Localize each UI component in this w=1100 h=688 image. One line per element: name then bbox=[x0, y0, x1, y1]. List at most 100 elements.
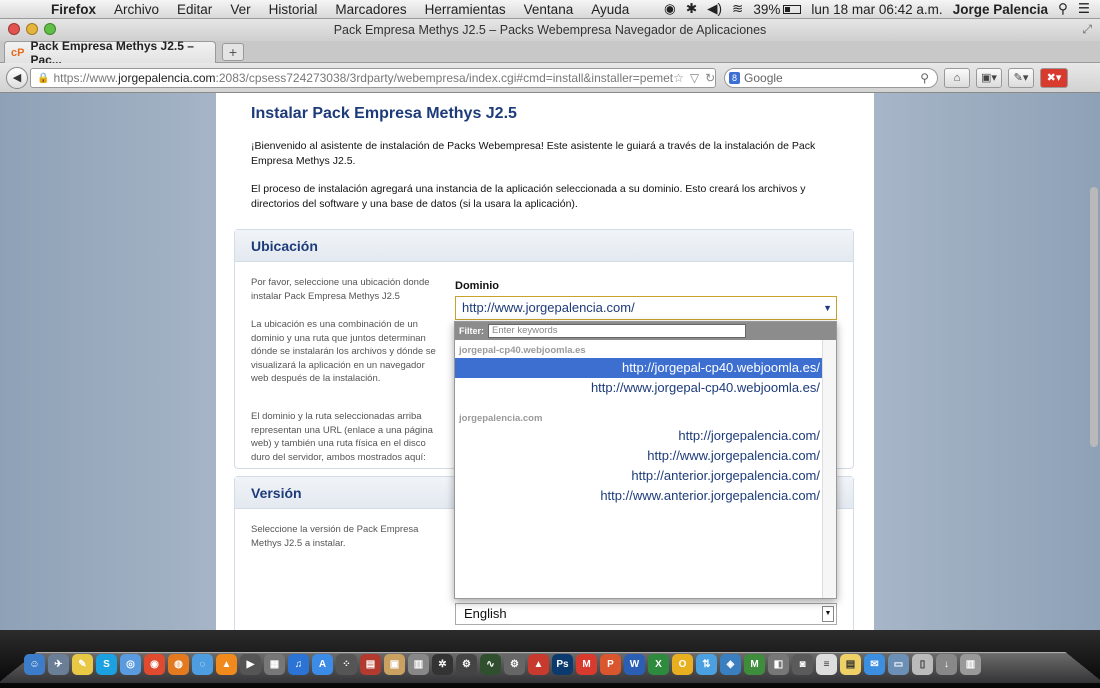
home-icon[interactable]: ⌂ bbox=[944, 68, 970, 88]
notification-center-icon[interactable]: ☰ bbox=[1078, 1, 1090, 17]
group-label: jorgepal-cp40.webjoomla.es bbox=[459, 345, 586, 356]
menu-ventana[interactable]: Ventana bbox=[515, 2, 583, 17]
acrobat-icon[interactable]: ▲ bbox=[528, 654, 549, 675]
finder-icon[interactable]: ☺ bbox=[24, 654, 45, 675]
wifi-icon[interactable]: ≋ bbox=[732, 1, 743, 17]
scrollbar-thumb[interactable] bbox=[1090, 187, 1098, 447]
stickies-icon[interactable]: ▤ bbox=[840, 654, 861, 675]
system-preferences-icon[interactable]: ⚙ bbox=[504, 654, 525, 675]
volume-icon[interactable]: ◀) bbox=[707, 1, 722, 17]
search-icon[interactable]: ⚲ bbox=[920, 71, 929, 85]
powerpoint-icon[interactable]: P bbox=[600, 654, 621, 675]
list-item[interactable]: http://www.jorgepal-cp40.webjoomla.es/ bbox=[455, 378, 822, 398]
domain-label: Dominio bbox=[455, 280, 499, 292]
preview-icon[interactable]: ▣ bbox=[384, 654, 405, 675]
downloads-icon[interactable]: ↓ bbox=[936, 654, 957, 675]
minimize-window-button[interactable] bbox=[26, 23, 38, 35]
menu-marcadores[interactable]: Marcadores bbox=[326, 2, 415, 17]
url-dropdown-icon[interactable]: ▽ bbox=[690, 71, 699, 85]
excel-icon[interactable]: X bbox=[648, 654, 669, 675]
ubicacion-help-1: Por favor, seleccione una ubicación dond… bbox=[251, 277, 430, 302]
itunes-icon[interactable]: ♫ bbox=[288, 654, 309, 675]
zoom-window-button[interactable] bbox=[44, 23, 56, 35]
photoshop-icon[interactable]: Ps bbox=[552, 654, 573, 675]
trash-icon[interactable]: ▥ bbox=[960, 654, 981, 675]
screen-record-icon[interactable]: ◉ bbox=[664, 1, 676, 17]
search-bar[interactable]: 8 Google ⚲ bbox=[724, 68, 938, 88]
url-bar[interactable]: 🔒 https://www. jorgepalencia.com :2083/c… bbox=[30, 68, 716, 88]
app-store-icon[interactable]: A bbox=[312, 654, 333, 675]
filezilla-icon[interactable]: ⇅ bbox=[696, 654, 717, 675]
menu-herramientas[interactable]: Herramientas bbox=[416, 2, 515, 17]
list-item[interactable]: http://www.jorgepalencia.com/ bbox=[455, 446, 822, 466]
search-engine-icon[interactable]: 8 bbox=[729, 72, 741, 84]
page-scrollbar[interactable] bbox=[1088, 97, 1098, 626]
camera-icon[interactable]: ◙ bbox=[792, 654, 813, 675]
switch-icon[interactable]: ◧ bbox=[768, 654, 789, 675]
dock-icons: ☺ ✈ ✎ S ◎ ◉ ◍ ◌ ▲ ▶ ▦ ♫ A ⁘ ▤ ▣ ▥ ✲ ⚙ ∿ … bbox=[24, 654, 981, 675]
documents-icon[interactable]: ▯ bbox=[912, 654, 933, 675]
close-window-button[interactable] bbox=[8, 23, 20, 35]
window-title: Pack Empresa Methys J2.5 – Packs Webempr… bbox=[333, 23, 767, 37]
image-capture-icon[interactable]: ▥ bbox=[408, 654, 429, 675]
bluetooth-icon[interactable]: ✱ bbox=[686, 1, 697, 17]
bookmark-star-icon[interactable]: ☆ bbox=[673, 71, 684, 85]
menu-firefox[interactable]: Firefox bbox=[42, 2, 105, 17]
text-edit-icon[interactable]: ≡ bbox=[816, 654, 837, 675]
safari-icon[interactable]: ◎ bbox=[120, 654, 141, 675]
book-icon[interactable]: ▤ bbox=[360, 654, 381, 675]
dropdown-scrollbar[interactable] bbox=[822, 340, 836, 598]
addon-icon[interactable]: ✎▾ bbox=[1008, 68, 1034, 88]
new-tab-button[interactable]: + bbox=[222, 43, 244, 61]
menu-historial[interactable]: Historial bbox=[260, 2, 327, 17]
reload-icon[interactable]: ↻ bbox=[705, 71, 715, 85]
clock[interactable]: lun 18 mar 06:42 a.m. bbox=[811, 2, 942, 17]
battery-indicator[interactable]: 39% bbox=[753, 2, 802, 17]
list-item[interactable]: http://anterior.jorgepalencia.com/ bbox=[455, 466, 822, 486]
domain-dropdown: Filter: Enter keywords jorgepal-cp40.web… bbox=[454, 321, 837, 599]
menu-ver[interactable]: Ver bbox=[221, 2, 259, 17]
vlc-icon[interactable]: ▲ bbox=[216, 654, 237, 675]
messages-icon[interactable]: ◌ bbox=[192, 654, 213, 675]
fullscreen-icon[interactable]: ⤢ bbox=[1082, 22, 1092, 37]
skype-icon[interactable]: S bbox=[96, 654, 117, 675]
menu-archivo[interactable]: Archivo bbox=[105, 2, 168, 17]
facetime-icon[interactable]: ▶ bbox=[240, 654, 261, 675]
url-rest: :2083/cpsess724273038/3rdparty/webempres… bbox=[215, 71, 674, 85]
menubar-status: ◉ ✱ ◀) ≋ 39% lun 18 mar 06:42 a.m. Jorge… bbox=[664, 1, 1100, 17]
addon-red-icon[interactable]: ✖▾ bbox=[1040, 68, 1068, 88]
user-name[interactable]: Jorge Palencia bbox=[953, 2, 1048, 17]
m-app-icon[interactable]: M bbox=[576, 654, 597, 675]
money-icon[interactable]: M bbox=[744, 654, 765, 675]
applications-folder-icon[interactable]: ▭ bbox=[888, 654, 909, 675]
search-input[interactable]: Google bbox=[744, 71, 783, 85]
tab-active[interactable]: cP Pack Empresa Methys J2.5 – Pac... bbox=[4, 39, 216, 67]
dropdown-list: jorgepal-cp40.webjoomla.es http://jorgep… bbox=[455, 340, 822, 598]
launchpad-icon[interactable]: ✈ bbox=[48, 654, 69, 675]
activity-monitor-icon[interactable]: ∿ bbox=[480, 654, 501, 675]
menu-editar[interactable]: Editar bbox=[168, 2, 221, 17]
menu-ayuda[interactable]: Ayuda bbox=[582, 2, 638, 17]
list-item[interactable]: http://jorgepal-cp40.webjoomla.es/ bbox=[455, 358, 822, 378]
outlook-icon[interactable]: O bbox=[672, 654, 693, 675]
domain-select[interactable]: http://www.jorgepalencia.com/ ▼ bbox=[455, 296, 837, 320]
filter-input[interactable]: Enter keywords bbox=[488, 324, 747, 338]
vectorize-icon[interactable]: ✲ bbox=[432, 654, 453, 675]
language-select[interactable]: English ▼ bbox=[455, 603, 837, 625]
list-item[interactable]: http://www.anterior.jorgepalencia.com/ bbox=[455, 486, 822, 506]
notes-icon[interactable]: ✎ bbox=[72, 654, 93, 675]
toolbar-buttons: ⌂ ▣▾ ✎▾ ✖▾ bbox=[944, 68, 1068, 88]
mail-icon[interactable]: ✉ bbox=[864, 654, 885, 675]
blackberry-icon[interactable]: ⁘ bbox=[336, 654, 357, 675]
back-button[interactable]: ◀ bbox=[6, 67, 28, 89]
chrome-icon[interactable]: ◉ bbox=[144, 654, 165, 675]
gear-icon[interactable]: ⚙ bbox=[456, 654, 477, 675]
word-icon[interactable]: W bbox=[624, 654, 645, 675]
bookmarks-menu-icon[interactable]: ▣▾ bbox=[976, 68, 1002, 88]
network-icon[interactable]: ◈ bbox=[720, 654, 741, 675]
photo-booth-icon[interactable]: ▦ bbox=[264, 654, 285, 675]
list-item[interactable]: http://jorgepalencia.com/ bbox=[455, 426, 822, 446]
spotlight-icon[interactable]: ⚲ bbox=[1058, 1, 1068, 17]
firefox-icon[interactable]: ◍ bbox=[168, 654, 189, 675]
lock-icon[interactable]: 🔒 bbox=[37, 73, 49, 84]
